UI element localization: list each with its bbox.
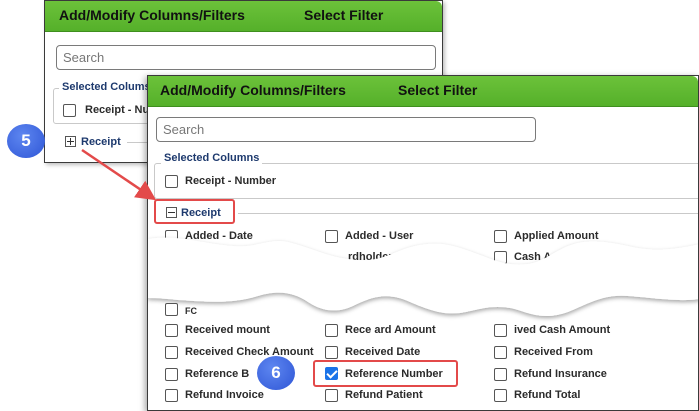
partial-row-checkbox[interactable] [165,303,178,316]
received-amount-checkbox[interactable] [165,324,178,337]
received-card-amount-checkbox[interactable] [325,324,338,337]
reference-b-label: Reference B [185,368,250,380]
front-dialog-panel: Add/Modify Columns/Filters Select Filter… [147,75,699,411]
received-date-label: Received Date [345,346,421,358]
refund-invoice-checkbox[interactable] [165,389,178,402]
received-card-amount-label: Rece ard Amount [345,324,436,336]
selected-columns-legend: Selected Colums [59,81,154,93]
received-cash-amount-checkbox[interactable] [494,324,507,337]
received-from-checkbox[interactable] [494,346,507,359]
refund-patient-label: Refund Patient [345,389,423,401]
receipt-number-label: Receipt - Nu [85,104,150,116]
search-input[interactable] [56,45,436,70]
received-check-amount-label: Received Check Amount [185,346,314,358]
received-check-amount-checkbox[interactable] [165,346,178,359]
refund-patient-checkbox[interactable] [325,389,338,402]
select-filter-title[interactable]: Select Filter [304,7,383,23]
receipt-number-checkbox[interactable] [63,104,76,117]
received-cash-amount-label: ived Cash Amount [514,324,611,336]
dialog-title: Add/Modify Columns/Filters [59,7,245,23]
refund-insurance-label: Refund Insurance [514,368,607,380]
step-6-badge: 6 [257,356,295,390]
refund-total-checkbox[interactable] [494,389,507,402]
refund-total-label: Refund Total [514,389,581,401]
received-amount-label: Received mount [185,324,270,336]
receipt-group-label[interactable]: Receipt [81,136,121,148]
received-date-checkbox[interactable] [325,346,338,359]
step-5-badge: 5 [7,124,45,158]
received-from-label: Received From [514,346,593,358]
receipt-highlight-box [154,199,235,224]
refund-invoice-label: Refund Invoice [185,389,264,401]
refund-insurance-checkbox[interactable] [494,368,507,381]
reference-number-highlight-box [313,360,458,387]
reference-b-checkbox[interactable] [165,368,178,381]
back-dialog-titlebar: Add/Modify Columns/Filters Select Filter [45,1,442,32]
partial-row-label: FC [185,306,197,316]
receipt-expand-icon[interactable] [65,136,76,147]
